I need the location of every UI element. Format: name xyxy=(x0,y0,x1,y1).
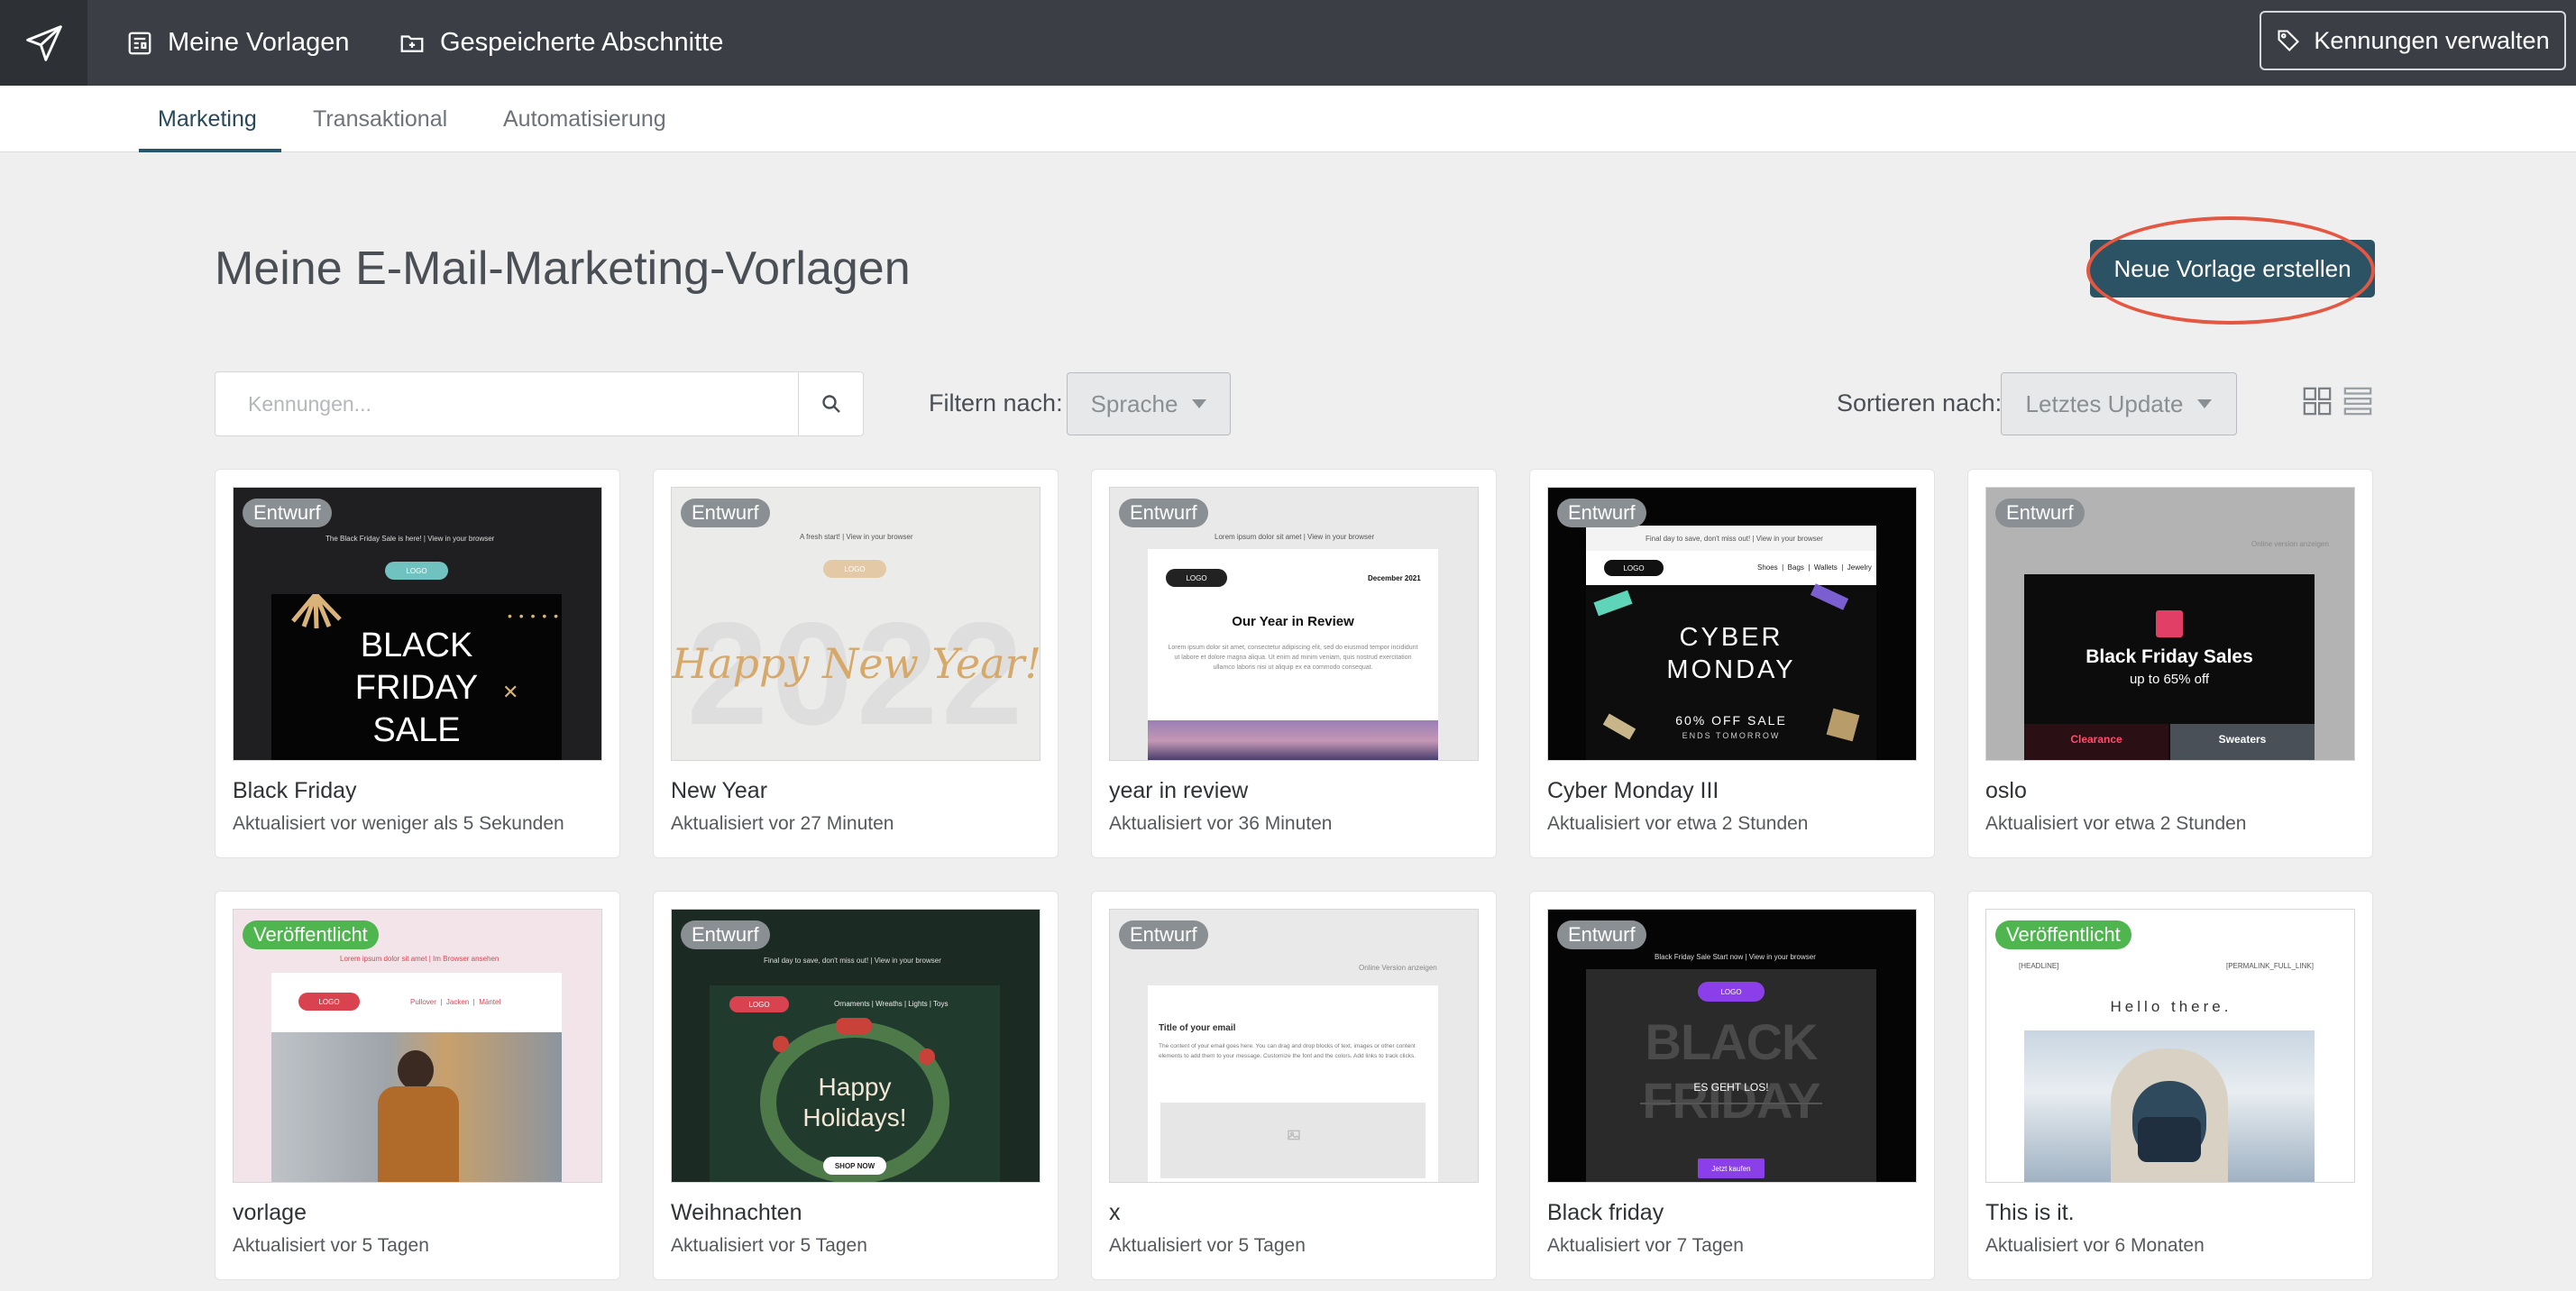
image-placeholder xyxy=(1160,1103,1426,1178)
sunset-image xyxy=(1148,720,1438,760)
filter-label: Filtern nach: xyxy=(929,389,1063,417)
template-updated: Aktualisiert vor etwa 2 Stunden xyxy=(1985,813,2247,834)
folder-icon xyxy=(400,34,424,52)
tab-marketing[interactable]: Marketing xyxy=(158,86,257,152)
template-preview: Entwurf Online version anzeigen Black Fr… xyxy=(1985,487,2355,761)
template-updated: Aktualisiert vor 5 Tagen xyxy=(233,1235,429,1256)
template-preview: Entwurf The Black Friday Sale is here! |… xyxy=(233,487,602,761)
status-badge: Entwurf xyxy=(681,499,770,527)
template-card[interactable]: Entwurf A fresh start! | View in your br… xyxy=(653,469,1059,858)
category-tabs: Marketing Transaktional Automatisierung xyxy=(0,86,2576,152)
status-badge: Entwurf xyxy=(1557,920,1646,949)
template-card[interactable]: Entwurf Online Version anzeigen Title of… xyxy=(1091,891,1497,1280)
status-badge: Entwurf xyxy=(1995,499,2085,527)
template-updated: Aktualisiert vor 7 Tagen xyxy=(1547,1235,1744,1256)
parka-photo-image xyxy=(2024,1030,2315,1182)
brand-logo-icon xyxy=(2156,610,2183,637)
grid-view-icon[interactable] xyxy=(2302,386,2333,417)
template-card[interactable]: Entwurf Final day to save, don't miss ou… xyxy=(1529,469,1935,858)
template-preview: Entwurf Online Version anzeigen Title of… xyxy=(1109,909,1479,1183)
template-preview: Entwurf Black Friday Sale Start now | Vi… xyxy=(1547,909,1917,1183)
sort-label: Sortieren nach: xyxy=(1837,389,2003,417)
template-name: x xyxy=(1109,1200,1121,1225)
template-preview: Entwurf Lorem ipsum dolor sit amet | Vie… xyxy=(1109,487,1479,761)
chevron-down-icon xyxy=(1192,399,1207,408)
image-icon xyxy=(1288,1130,1300,1140)
template-card[interactable]: Entwurf The Black Friday Sale is here! |… xyxy=(215,469,620,858)
status-badge: Veröffentlicht xyxy=(243,920,379,949)
template-updated: Aktualisiert vor 27 Minuten xyxy=(671,813,894,834)
tab-automation[interactable]: Automatisierung xyxy=(503,86,666,152)
new-template-button[interactable]: Neue Vorlage erstellen xyxy=(2090,240,2375,298)
template-icon xyxy=(128,32,151,54)
template-preview: Entwurf A fresh start! | View in your br… xyxy=(671,487,1040,761)
paper-plane-icon xyxy=(25,24,62,61)
tag-icon xyxy=(2278,30,2300,51)
manage-tags-label: Kennungen verwalten xyxy=(2314,26,2550,54)
template-name: Black Friday xyxy=(233,778,357,803)
template-updated: Aktualisiert vor etwa 2 Stunden xyxy=(1547,813,1809,834)
nav-saved-sections[interactable]: Gespeicherte Abschnitte xyxy=(399,0,723,86)
language-filter-select[interactable]: Sprache xyxy=(1067,372,1231,435)
list-view-icon[interactable] xyxy=(2342,386,2373,417)
chevron-down-icon xyxy=(2197,399,2213,408)
template-updated: Aktualisiert vor 5 Tagen xyxy=(671,1235,867,1256)
model-photo-image xyxy=(271,1032,562,1182)
template-preview: Entwurf Final day to save, don't miss ou… xyxy=(1547,487,1917,761)
template-name: Weihnachten xyxy=(671,1200,802,1225)
template-preview: Veröffentlicht [HEADLINE] [PERMALINK_FUL… xyxy=(1985,909,2355,1183)
tag-search xyxy=(215,371,864,436)
status-badge: Entwurf xyxy=(1119,499,1208,527)
app-logo[interactable] xyxy=(0,0,87,86)
template-name: Black friday xyxy=(1547,1200,1664,1225)
template-preview: Veröffentlicht Lorem ipsum dolor sit ame… xyxy=(233,909,602,1183)
top-navigation-bar: Meine Vorlagen Gespeicherte Abschnitte K… xyxy=(0,0,2576,86)
template-updated: Aktualisiert vor weniger als 5 Sekunden xyxy=(233,813,564,834)
active-tab-indicator xyxy=(139,149,281,152)
template-name: vorlage xyxy=(233,1200,307,1225)
template-name: New Year xyxy=(671,778,768,803)
template-updated: Aktualisiert vor 36 Minuten xyxy=(1109,813,1333,834)
tag-search-input[interactable] xyxy=(215,372,798,435)
search-icon xyxy=(821,395,840,413)
template-preview: Entwurf Final day to save, don't miss ou… xyxy=(671,909,1040,1183)
status-badge: Entwurf xyxy=(681,920,770,949)
sort-value: Letztes Update xyxy=(2025,389,2184,417)
template-card[interactable]: Entwurf Final day to save, don't miss ou… xyxy=(653,891,1059,1280)
tab-transactional[interactable]: Transaktional xyxy=(313,86,447,152)
nav-my-templates-label: Meine Vorlagen xyxy=(168,28,350,57)
template-updated: Aktualisiert vor 6 Monaten xyxy=(1985,1235,2205,1256)
status-badge: Veröffentlicht xyxy=(1995,920,2131,949)
search-button[interactable] xyxy=(798,372,863,435)
status-badge: Entwurf xyxy=(1557,499,1646,527)
page-title: Meine E-Mail-Marketing-Vorlagen xyxy=(215,243,911,295)
template-card[interactable]: Entwurf Lorem ipsum dolor sit amet | Vie… xyxy=(1091,469,1497,858)
template-name: Cyber Monday III xyxy=(1547,778,1719,803)
status-badge: Entwurf xyxy=(1119,920,1208,949)
manage-tags-button[interactable]: Kennungen verwalten xyxy=(2260,11,2566,70)
status-badge: Entwurf xyxy=(243,499,332,527)
template-updated: Aktualisiert vor 5 Tagen xyxy=(1109,1235,1306,1256)
language-filter-value: Sprache xyxy=(1090,389,1178,417)
template-card[interactable]: Veröffentlicht Lorem ipsum dolor sit ame… xyxy=(215,891,620,1280)
sort-select[interactable]: Letztes Update xyxy=(2001,372,2237,435)
template-name: oslo xyxy=(1985,778,2027,803)
template-name: This is it. xyxy=(1985,1200,2075,1225)
nav-saved-sections-label: Gespeicherte Abschnitte xyxy=(440,28,724,57)
template-name: year in review xyxy=(1109,778,1249,803)
template-card[interactable]: Entwurf Online version anzeigen Black Fr… xyxy=(1967,469,2373,858)
nav-my-templates[interactable]: Meine Vorlagen xyxy=(126,0,350,86)
template-card[interactable]: Entwurf Black Friday Sale Start now | Vi… xyxy=(1529,891,1935,1280)
template-card[interactable]: Veröffentlicht [HEADLINE] [PERMALINK_FUL… xyxy=(1967,891,2373,1280)
